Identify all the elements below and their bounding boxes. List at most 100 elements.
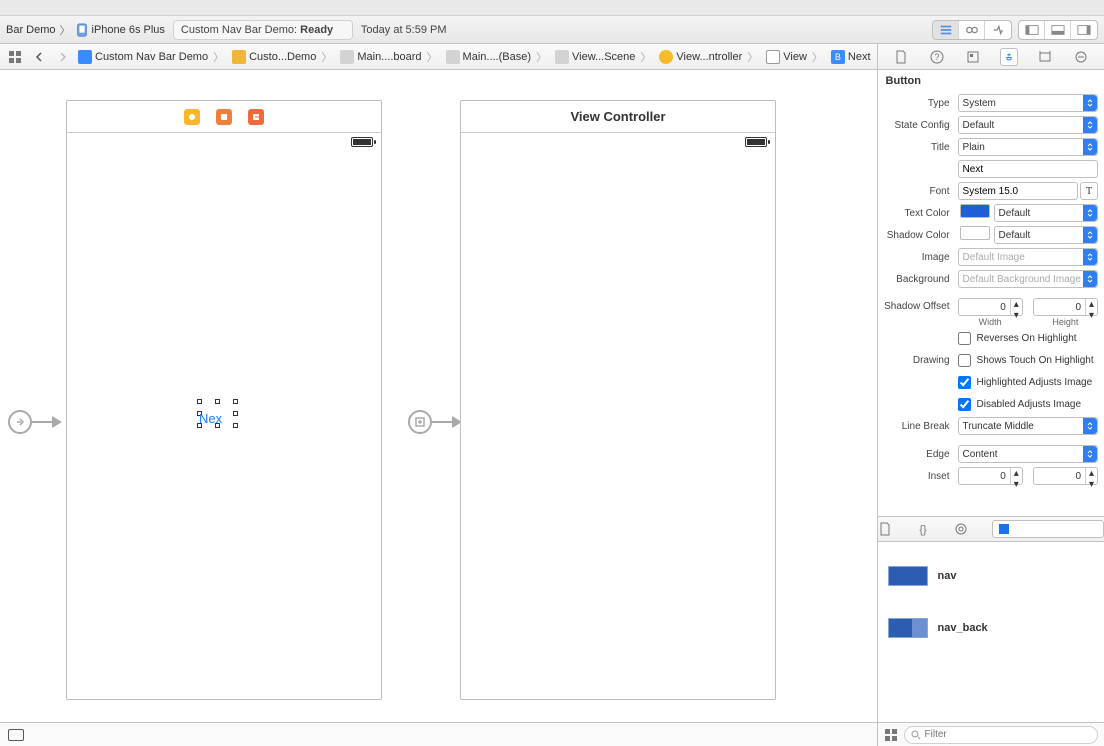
file-inspector-tab[interactable] — [892, 48, 910, 66]
device-config-button[interactable] — [8, 729, 24, 741]
inspector-section-title: Button — [878, 70, 1104, 92]
view-controller-dock-icon[interactable] — [184, 109, 200, 125]
crumb-scene[interactable]: View...Scene〉 — [553, 49, 655, 65]
battery-icon — [745, 137, 767, 147]
crumb-project[interactable]: Custom Nav Bar Demo〉 — [76, 49, 228, 65]
button-type-select[interactable]: System — [958, 94, 1098, 112]
view-icon — [766, 50, 780, 64]
view-controller-icon — [659, 50, 673, 64]
scene-2[interactable]: View Controller — [460, 100, 776, 700]
forward-button[interactable] — [52, 48, 74, 66]
shadow-height-stepper[interactable]: 0▴▾ — [1033, 298, 1098, 316]
connections-inspector-tab[interactable] — [1072, 48, 1090, 66]
library-item[interactable]: nav_back — [888, 602, 1094, 654]
canvas-button-next[interactable]: Nex — [199, 411, 222, 426]
text-color-select[interactable]: Default — [994, 204, 1098, 222]
size-inspector-tab[interactable] — [1036, 48, 1054, 66]
search-icon — [911, 730, 921, 740]
edge-select[interactable]: Content — [958, 445, 1098, 463]
crumb-button[interactable]: BNext — [829, 50, 873, 64]
object-lib-tab[interactable] — [954, 522, 968, 536]
scheme-selector[interactable]: Bar Demo 〉 iPhone 6s Plus — [6, 22, 165, 38]
panel-toggle-segmented[interactable] — [1018, 20, 1098, 40]
highlighted-adjusts-checkbox[interactable]: Highlighted Adjusts Image — [958, 373, 1098, 391]
chevron-updown-icon — [1083, 95, 1097, 111]
step-up-icon[interactable]: ▴ — [1011, 299, 1022, 310]
scene-dock[interactable] — [67, 101, 381, 133]
title-mode-select[interactable]: Plain — [958, 138, 1098, 156]
back-button[interactable] — [28, 48, 50, 66]
segue-icon — [408, 410, 432, 434]
background-select[interactable]: Default Background Image — [958, 270, 1098, 288]
library-item[interactable]: nav — [888, 550, 1094, 602]
grid-view-button[interactable] — [884, 728, 898, 742]
canvas-footer — [0, 722, 877, 746]
library-filter-input[interactable] — [925, 729, 1091, 740]
shows-touch-checkbox[interactable]: Shows Touch On Highlight — [958, 351, 1098, 369]
library-thumb — [888, 618, 928, 638]
disabled-adjusts-checkbox[interactable]: Disabled Adjusts Image — [958, 395, 1098, 413]
editor-mode-segmented[interactable] — [932, 20, 1012, 40]
project-icon — [78, 50, 92, 64]
folder-icon — [232, 50, 246, 64]
code-snippet-lib-tab[interactable]: {} — [916, 522, 930, 536]
crumb-controller[interactable]: View...ntroller〉 — [657, 49, 762, 65]
line-break-select[interactable]: Truncate Middle — [958, 417, 1098, 435]
crumb-base[interactable]: Main....(Base)〉 — [444, 49, 551, 65]
segue[interactable] — [408, 410, 462, 434]
font-picker-button[interactable]: T — [1080, 182, 1098, 200]
svg-text:?: ? — [934, 52, 939, 62]
inset-a-stepper[interactable]: 0▴▾ — [958, 467, 1023, 485]
library-footer — [878, 722, 1104, 746]
crumb-storyboard[interactable]: Main....board〉 — [338, 49, 441, 65]
crumb-view[interactable]: View〉 — [764, 49, 827, 65]
toggle-utilities-button[interactable] — [1071, 21, 1097, 39]
button-icon: B — [831, 50, 845, 64]
shadow-color-chip[interactable] — [960, 226, 990, 240]
shadow-color-select[interactable]: Default — [994, 226, 1098, 244]
svg-text:{}: {} — [919, 524, 927, 536]
assistant-editor-button[interactable] — [959, 21, 985, 39]
font-field[interactable] — [958, 182, 1078, 200]
shadow-width-stepper[interactable]: 0▴▾ — [958, 298, 1023, 316]
media-library: nav nav_back — [878, 542, 1104, 722]
state-config-select[interactable]: Default — [958, 116, 1098, 134]
library-thumb — [888, 566, 928, 586]
image-select[interactable]: Default Image — [958, 248, 1098, 266]
scene-title: View Controller — [570, 109, 665, 124]
activity-status: Custom Nav Bar Demo: Ready — [173, 20, 353, 40]
version-editor-button[interactable] — [985, 21, 1011, 39]
quick-help-tab[interactable]: ? — [928, 48, 946, 66]
device-icon — [75, 23, 89, 37]
initial-vc-arrow[interactable] — [8, 410, 62, 434]
crumb-folder[interactable]: Custo...Demo〉 — [230, 49, 336, 65]
standard-editor-button[interactable] — [933, 21, 959, 39]
storyboard-icon — [446, 50, 460, 64]
related-items-button[interactable] — [4, 48, 26, 66]
identity-inspector-tab[interactable] — [964, 48, 982, 66]
toggle-debug-button[interactable] — [1045, 21, 1071, 39]
attributes-inspector-tab[interactable] — [1000, 48, 1018, 66]
exit-dock-icon[interactable] — [248, 109, 264, 125]
window-tab-strip — [0, 0, 1104, 16]
activity-time: Today at 5:59 PM — [361, 24, 447, 36]
inset-b-stepper[interactable]: 0▴▾ — [1033, 467, 1098, 485]
step-down-icon[interactable]: ▾ — [1011, 310, 1022, 321]
text-color-chip[interactable] — [960, 204, 990, 218]
first-responder-dock-icon[interactable] — [216, 109, 232, 125]
scene-icon — [555, 50, 569, 64]
toolbar: Bar Demo 〉 iPhone 6s Plus Custom Nav Bar… — [0, 16, 1104, 44]
entry-circle-icon — [8, 410, 32, 434]
file-template-lib-tab[interactable] — [878, 522, 892, 536]
library-filter[interactable] — [904, 726, 1098, 744]
library-tabs: {} — [878, 516, 1104, 542]
title-text-field[interactable] — [958, 160, 1098, 178]
interface-builder-canvas[interactable]: Nex View Controller — [0, 70, 877, 746]
jump-bar: Custom Nav Bar Demo〉 Custo...Demo〉 Main.… — [0, 44, 877, 70]
reverses-on-highlight-checkbox[interactable]: Reverses On Highlight — [958, 329, 1098, 347]
inspector-tabs: ? — [878, 44, 1104, 70]
scene-1[interactable]: Nex — [66, 100, 382, 700]
toggle-navigator-button[interactable] — [1019, 21, 1045, 39]
editor-mode-group — [932, 20, 1098, 40]
media-lib-tab[interactable] — [992, 520, 1104, 538]
